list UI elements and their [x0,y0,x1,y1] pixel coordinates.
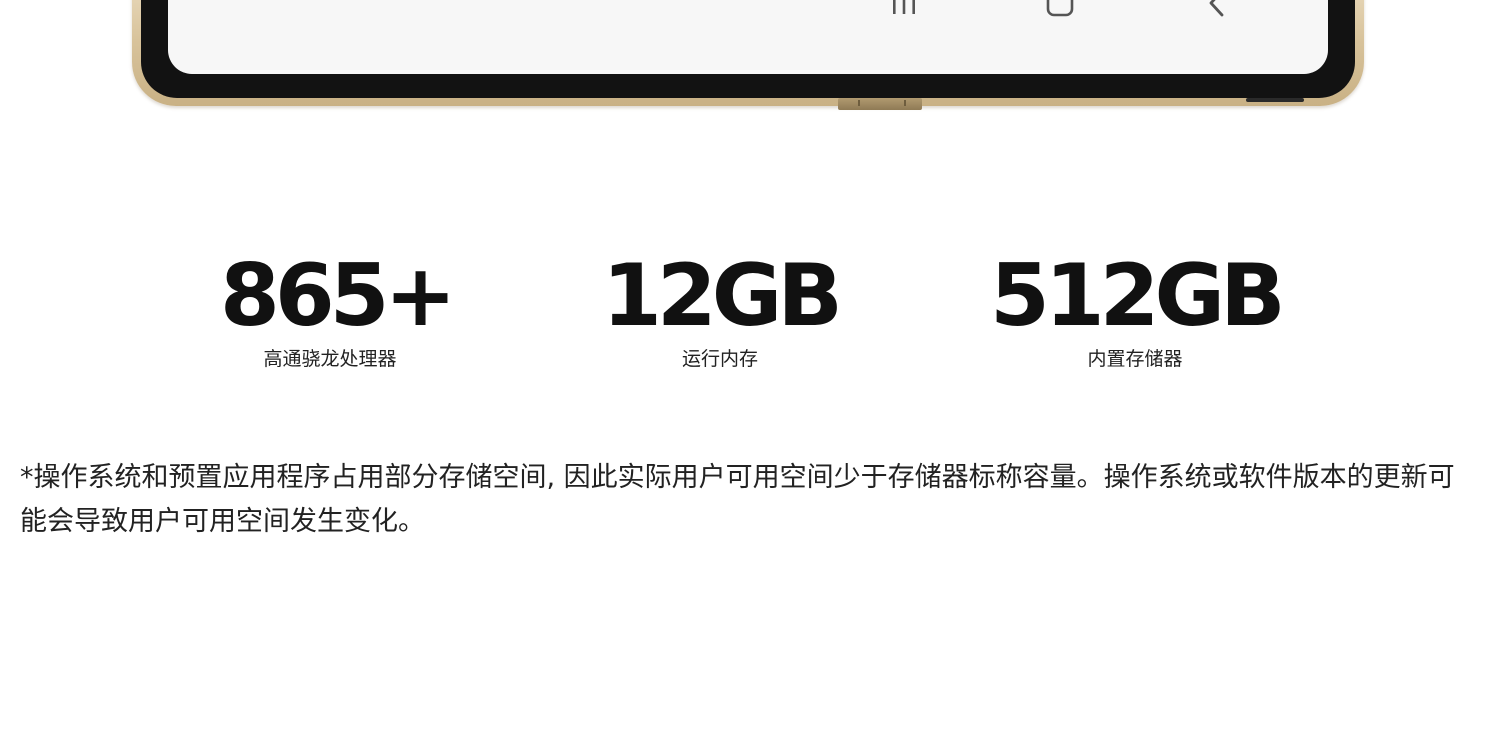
phone-bezel [141,0,1355,98]
spec-value: 865+ [220,246,457,346]
phone-side-button [1246,98,1304,102]
product-spec-section: 865+ 高通骁龙处理器 12GB 运行内存 512GB 内置存储器 *操作系统… [0,0,1500,736]
recents-icon [889,0,919,18]
storage-footnote: *操作系统和预置应用程序占用部分存储空间, 因此实际用户可用空间少于存储器标称容… [20,462,1455,537]
spec-processor: 865+ 高通骁龙处理器 [220,246,457,372]
home-icon [1045,0,1075,18]
spec-label: 运行内存 [681,348,758,370]
phone-device-image [132,0,1364,110]
back-icon [1203,0,1233,18]
spec-storage: 512GB 内置存储器 [990,246,1286,372]
phone-hinge [838,98,922,110]
spec-label: 内置存储器 [1087,348,1183,370]
spec-value: 512GB [990,246,1286,346]
phone-screen [168,0,1328,74]
spec-ram: 12GB 运行内存 [600,246,843,372]
spec-label: 高通骁龙处理器 [263,348,397,370]
spec-value: 12GB [602,246,843,346]
